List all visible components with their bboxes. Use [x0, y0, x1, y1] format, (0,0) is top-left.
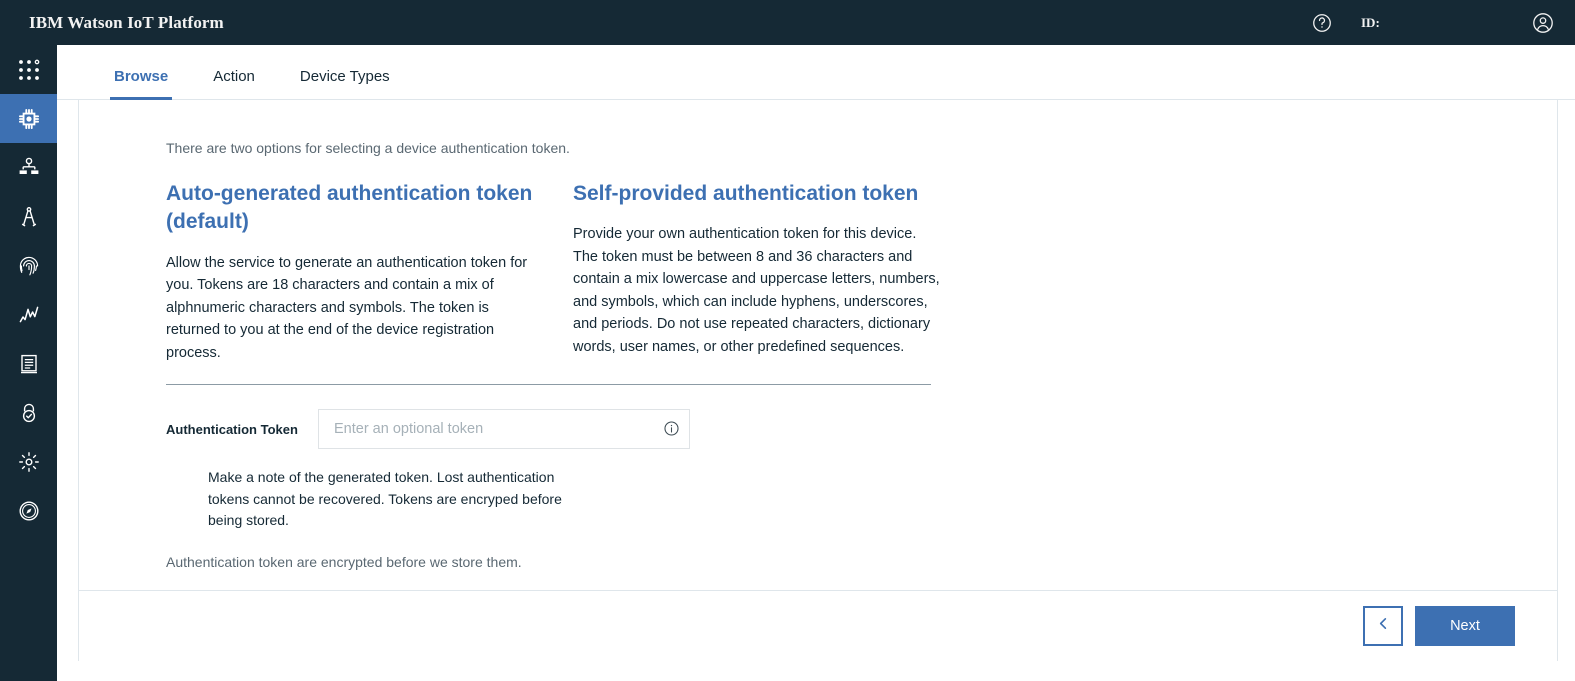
- auto-generated-option: Auto-generated authentication token (def…: [166, 180, 536, 364]
- app-grid-icon: [17, 58, 41, 82]
- authentication-token-input[interactable]: [318, 409, 690, 449]
- authentication-token-field-row: Authentication Token: [166, 409, 1557, 449]
- chevron-left-icon: [1376, 616, 1391, 636]
- gear-icon: [17, 450, 41, 474]
- section-divider: [166, 384, 931, 385]
- fingerprint-icon: [17, 254, 41, 278]
- info-circle-icon[interactable]: [663, 420, 680, 437]
- sidebar-item-devices[interactable]: [0, 94, 57, 143]
- token-note-text: Make a note of the generated token. Lost…: [208, 467, 588, 532]
- back-button[interactable]: [1363, 606, 1403, 646]
- left-navigation-rail: [0, 45, 57, 681]
- tab-bar: Browse Action Device Types: [57, 45, 1575, 100]
- compass-draft-icon: [17, 205, 41, 229]
- self-provided-option: Self-provided authentication token Provi…: [573, 180, 943, 364]
- top-header-bar: IBM Watson IoT Platform ID:: [0, 0, 1575, 45]
- sidebar-item-security[interactable]: [0, 388, 57, 437]
- intro-text: There are two options for selecting a de…: [166, 140, 1557, 156]
- sidebar-item-apps[interactable]: [0, 45, 57, 94]
- sidebar-item-analytics[interactable]: [0, 290, 57, 339]
- sidebar-item-explore[interactable]: [0, 486, 57, 535]
- user-avatar-icon[interactable]: [1531, 11, 1555, 35]
- org-users-icon: [17, 156, 41, 180]
- self-provided-title: Self-provided authentication token: [573, 180, 943, 208]
- next-button[interactable]: Next: [1415, 606, 1515, 646]
- tab-browse[interactable]: Browse: [110, 68, 172, 99]
- tenant-id-label: ID:: [1361, 15, 1531, 31]
- auto-generated-body: Allow the service to generate an authent…: [166, 252, 536, 364]
- document-board-icon: [17, 352, 41, 376]
- tab-device-types[interactable]: Device Types: [296, 68, 394, 99]
- self-provided-body: Provide your own authentication token fo…: [573, 223, 943, 358]
- panel-body: There are two options for selecting a de…: [79, 100, 1557, 570]
- authentication-token-input-wrapper: [318, 409, 690, 449]
- app-title: IBM Watson IoT Platform: [29, 13, 224, 33]
- lock-check-icon: [17, 401, 41, 425]
- chip-icon: [16, 106, 42, 132]
- sidebar-item-settings[interactable]: [0, 437, 57, 486]
- sidebar-item-risk[interactable]: [0, 241, 57, 290]
- sidebar-item-boards[interactable]: [0, 192, 57, 241]
- token-footnote-text: Authentication token are encrypted befor…: [166, 554, 1557, 570]
- sidebar-item-members[interactable]: [0, 143, 57, 192]
- authentication-token-label: Authentication Token: [166, 422, 318, 437]
- content-panel: There are two options for selecting a de…: [78, 100, 1558, 661]
- tab-action[interactable]: Action: [209, 68, 259, 99]
- wizard-footer: Next: [79, 590, 1557, 661]
- help-circle-icon[interactable]: [1311, 12, 1333, 34]
- compass-icon: [17, 499, 41, 523]
- header-actions: ID:: [1311, 0, 1575, 45]
- analytics-line-icon: [17, 303, 41, 327]
- auto-generated-title: Auto-generated authentication token (def…: [166, 180, 536, 237]
- sidebar-item-logs[interactable]: [0, 339, 57, 388]
- options-columns: Auto-generated authentication token (def…: [166, 180, 1557, 364]
